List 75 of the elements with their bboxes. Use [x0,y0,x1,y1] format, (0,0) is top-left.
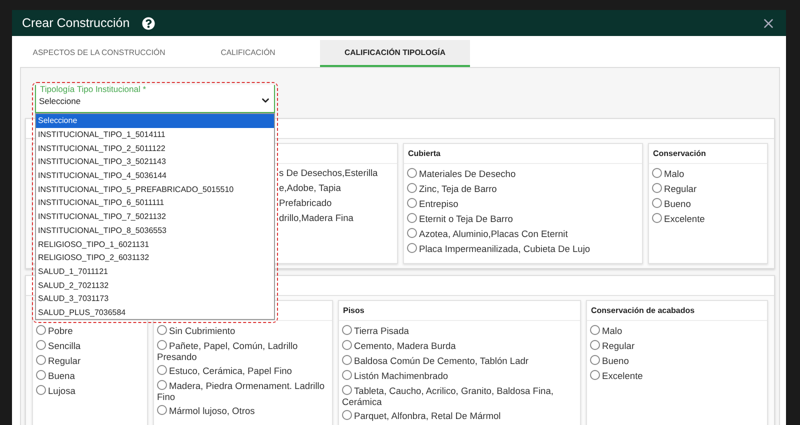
radio-button[interactable] [652,168,662,178]
radio-button[interactable] [652,198,662,208]
radio-button[interactable] [652,213,662,223]
radio-option[interactable]: Baldosa Común De Cemento, Tablón Ladr [342,355,576,368]
help-icon[interactable] [142,16,155,30]
radio-option[interactable]: Malo [590,325,763,338]
radio-button[interactable] [342,385,352,395]
radio-button[interactable] [342,355,352,365]
radio-option[interactable]: Pañete, Papel, Común, Ladrillo Presando [157,340,328,363]
radio-option[interactable]: Placa Impermeanilizada, Cubieta De Lujo [407,243,638,256]
radio-option[interactable]: drillo,Madera Fina [279,213,393,226]
radio-option[interactable]: Materiales De Desecho [407,168,638,181]
radio-button[interactable] [157,340,167,350]
radio-option[interactable]: Listón Machimenbrado [342,370,576,383]
radio-option[interactable]: Parquet, Alfonbra, Retal De Mármol [342,410,576,423]
radio-button[interactable] [652,183,662,193]
radio-option[interactable]: Azotea, Aluminio,Placas Con Eternit [407,228,638,241]
radio-option[interactable]: Estuco, Cerámica, Papel Fino [157,365,328,378]
radio-option[interactable]: Buena [36,370,143,383]
radio-option[interactable]: Tierra Pisada [342,325,576,338]
radio-button[interactable] [36,355,46,365]
radio-option[interactable]: Sencilla [36,340,143,353]
radio-button[interactable] [157,405,167,415]
radio-option[interactable]: Pobre [36,325,143,338]
radio-option[interactable]: Regular [36,355,143,368]
radio-option[interactable]: Bueno [590,355,763,368]
radio-option[interactable]: Prefabricado [279,198,393,211]
radio-button[interactable] [407,228,417,238]
radio-button[interactable] [407,183,417,193]
radio-option[interactable]: Regular [652,183,763,196]
radio-option[interactable]: Sin Cubrimiento [157,325,328,338]
radio-option[interactable]: e,Adobe, Tapia [279,183,393,196]
radio-button[interactable] [36,325,46,335]
radio-option[interactable]: Bueno [652,198,763,211]
radio-button[interactable] [342,340,352,350]
radio-button[interactable] [590,370,600,380]
field-value: Seleccione [39,96,82,106]
radio-button[interactable] [36,370,46,380]
radio-button[interactable] [590,325,600,335]
radio-option[interactable]: Entrepiso [407,198,638,211]
radio-button[interactable] [342,325,352,335]
panel-title: Conservación de acabados [591,306,695,315]
window-title: Crear Construcción [22,16,130,30]
radio-option[interactable]: Mármol lujoso, Otros [157,405,328,418]
field-label: Tipología Tipo Institucional * [39,85,147,94]
radio-option[interactable]: Tableta, Caucho, Acrilico, Granito, Baldosa Fina, Cerámica [342,385,576,408]
radio-button[interactable] [36,340,46,350]
radio-option[interactable]: Excelente [590,370,763,383]
radio-button[interactable] [342,410,352,420]
radio-button[interactable] [157,325,167,335]
radio-button[interactable] [157,365,167,375]
radio-option[interactable]: Zinc, Teja de Barro [407,183,638,196]
radio-option[interactable]: Lujosa [36,385,143,398]
radio-button[interactable] [157,380,167,390]
radio-option[interactable]: Excelente [652,213,763,226]
radio-option[interactable]: Cemento, Madera Burda [342,340,576,353]
dropdown-option[interactable]: Seleccione [36,114,274,128]
radio-button[interactable] [590,340,600,350]
radio-button[interactable] [407,168,417,178]
panel-title: Cubierta [408,149,440,158]
radio-option[interactable]: Regular [590,340,763,353]
radio-button[interactable] [407,198,417,208]
panel-title: Conservación [653,149,706,158]
radio-option[interactable]: Malo [652,168,763,181]
dropdown-option[interactable]: INSTITUCIONAL_TIPO_1_5014111 [36,128,274,142]
radio-option[interactable]: Madera, Piedra Ormenament. Ladrillo Fino [157,380,328,403]
panel-title: Pisos [343,306,364,315]
radio-option[interactable]: Eternit o Teja De Barro [407,213,638,226]
radio-button[interactable] [590,355,600,365]
radio-option[interactable]: s De Desechos,Esterilla [279,168,393,181]
radio-button[interactable] [407,243,417,253]
radio-button[interactable] [342,370,352,380]
radio-button[interactable] [407,213,417,223]
select-field[interactable]: Tipología Tipo Institucional * Seleccione [35,85,275,113]
radio-button[interactable] [36,385,46,395]
